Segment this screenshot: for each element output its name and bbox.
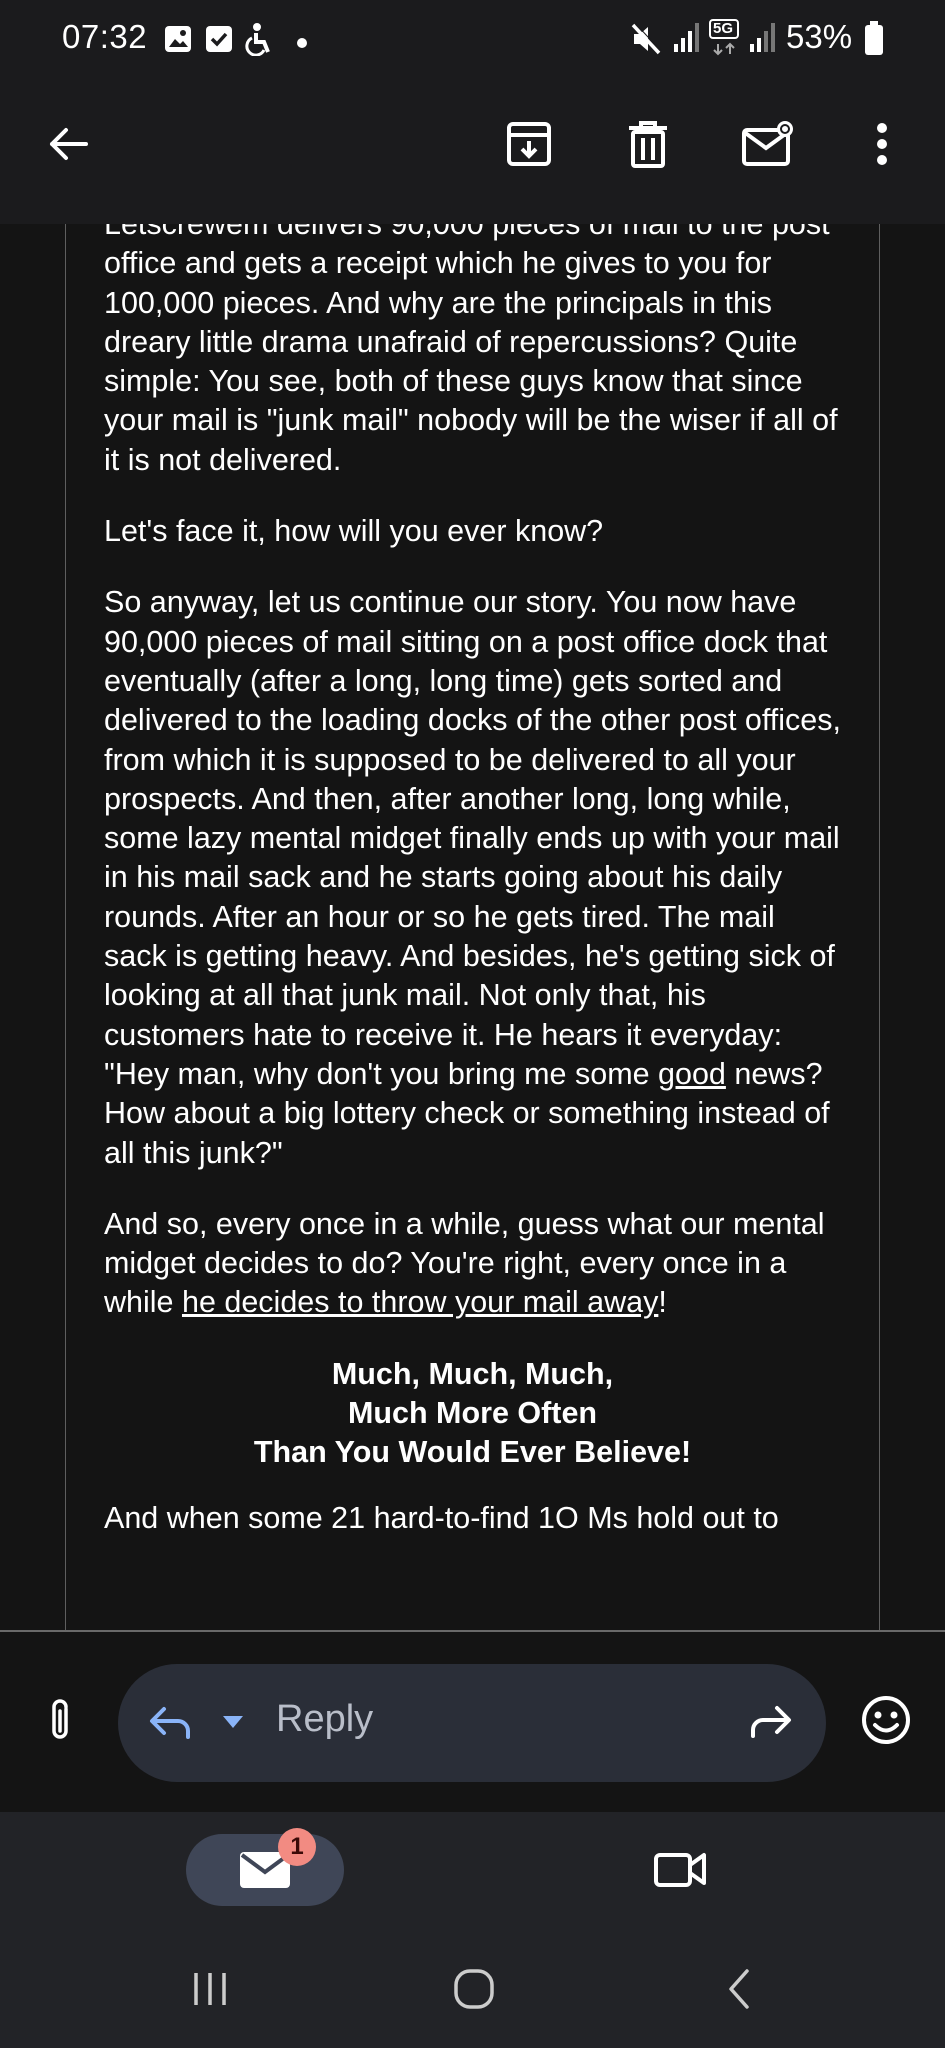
- back-button[interactable]: [28, 106, 108, 186]
- network-type: 5G: [713, 20, 734, 37]
- email-paragraph: Let's face it, how will you ever know?: [104, 514, 604, 549]
- meet-video-icon: [653, 1849, 707, 1894]
- email-paragraph: Letscrewem delivers 90,000 pieces of mai…: [104, 224, 844, 480]
- more-options-icon: [876, 122, 888, 171]
- closing-line: Much More Often: [347, 1396, 598, 1431]
- emoji-button[interactable]: [856, 1692, 916, 1752]
- email-toolbar: [0, 78, 945, 224]
- checkbox-icon: [204, 24, 234, 59]
- cut-bottom-line: And when some 21 hard-to-find 1O Ms hold…: [104, 1500, 779, 1535]
- meet-tab[interactable]: [640, 1838, 720, 1904]
- email-paragraph: So anyway, let us continue our story. Yo…: [104, 583, 844, 1172]
- underlined-text: he decides to throw your mail away: [181, 1285, 659, 1320]
- email-paragraph: And so, every once in a while, guess wha…: [104, 1205, 844, 1323]
- bottom-nav: 1: [0, 1812, 945, 1942]
- unread-badge: 1: [278, 1828, 316, 1866]
- mute-icon: [630, 22, 662, 61]
- reply-icon: [148, 1702, 194, 1742]
- emoji-icon: [860, 1694, 912, 1751]
- gallery-icon: [163, 24, 193, 59]
- archive-button[interactable]: [489, 106, 569, 186]
- email-body-scroll[interactable]: Letscrewem delivers 90,000 pieces of mai…: [0, 224, 945, 1632]
- battery-percentage: 53%: [786, 18, 853, 55]
- closing-line: Than You Would Ever Believe!: [253, 1435, 692, 1470]
- accessibility-icon: [244, 22, 274, 61]
- home-icon: [453, 1968, 495, 2015]
- status-time: 07:32: [62, 18, 148, 55]
- paragraph-text: !: [658, 1285, 667, 1320]
- closing-headline: Much, Much, Much, Much More Often Than Y…: [0, 1355, 945, 1473]
- back-icon: [725, 1968, 755, 2015]
- mark-unread-icon: [741, 120, 793, 172]
- back-arrow-icon: [46, 122, 90, 171]
- paragraph-text: post office and gets a receipt which he …: [104, 224, 838, 477]
- more-options-button[interactable]: [842, 106, 922, 186]
- cut-top-line: Letscrewem delivers 90,000 pieces of mai…: [104, 224, 764, 241]
- reply-label: Reply: [276, 1698, 374, 1740]
- signal-icon: [748, 20, 778, 59]
- email-content: Letscrewem delivers 90,000 pieces of mai…: [104, 224, 844, 1538]
- system-nav-bar: [0, 1942, 945, 2048]
- gmail-email-view: 07:32 5G 53% Letscrewem delivers 90,000 …: [0, 0, 945, 2048]
- archive-icon: [506, 121, 552, 172]
- reply-bar: Reply: [0, 1632, 945, 1812]
- closing-line: Much, Much, Much,: [331, 1356, 614, 1391]
- system-back-button[interactable]: [700, 1956, 780, 2026]
- recents-button[interactable]: [170, 1956, 250, 2026]
- dot-icon: [297, 35, 307, 53]
- underlined-text: good: [658, 1056, 726, 1091]
- recents-icon: [190, 1969, 230, 2014]
- battery-icon: [864, 20, 884, 61]
- status-bar: 07:32 5G 53%: [0, 0, 945, 78]
- delete-button[interactable]: [608, 106, 688, 186]
- mail-tab[interactable]: [186, 1834, 344, 1906]
- delete-icon: [627, 120, 669, 173]
- paragraph-text: So anyway, let us continue our story. Yo…: [104, 585, 841, 1091]
- reply-field[interactable]: Reply: [118, 1664, 826, 1782]
- forward-icon: [747, 1704, 793, 1743]
- mark-unread-button[interactable]: [727, 106, 807, 186]
- forward-button[interactable]: [746, 1704, 794, 1742]
- signal-icon: [672, 20, 702, 59]
- attachment-icon: [46, 1697, 74, 1750]
- home-button[interactable]: [434, 1956, 514, 2026]
- dropdown-icon[interactable]: [222, 1714, 244, 1730]
- attach-button[interactable]: [30, 1690, 90, 1756]
